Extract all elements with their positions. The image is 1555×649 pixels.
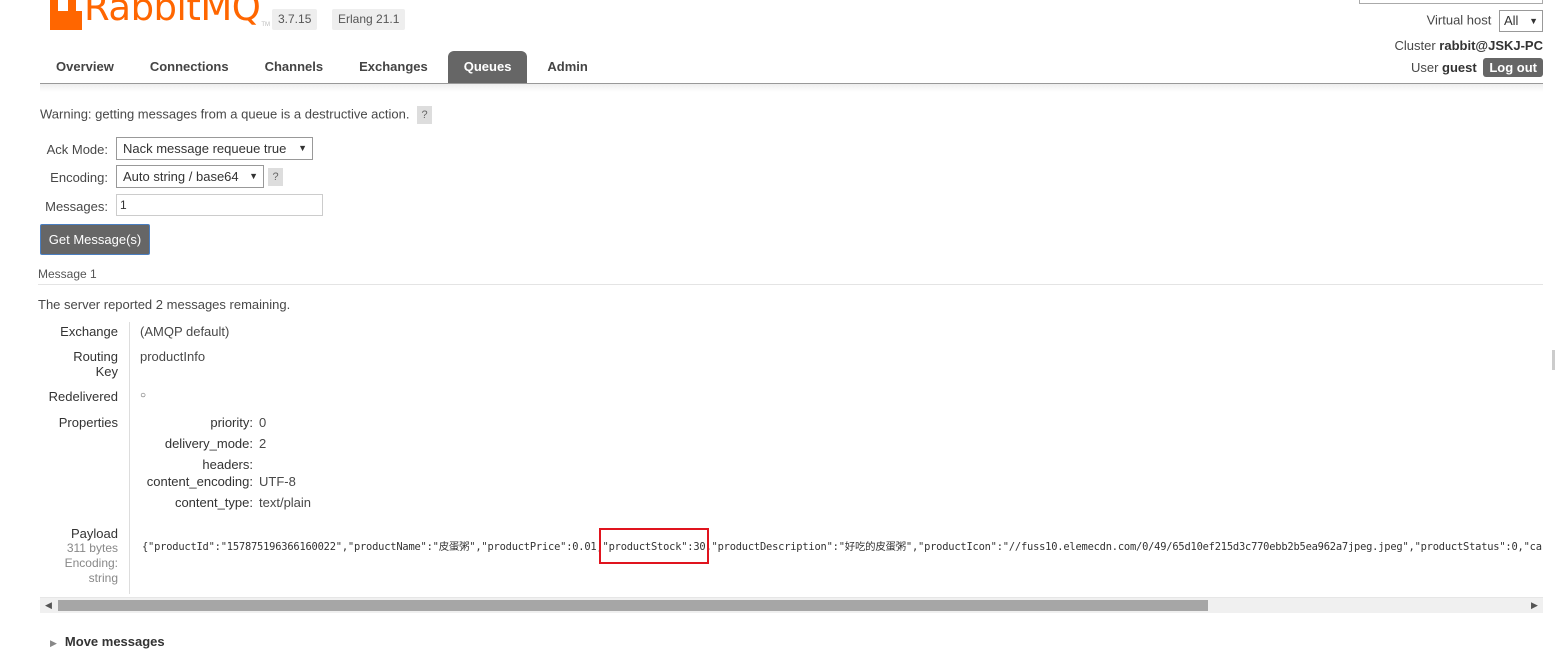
- tab-overview[interactable]: Overview: [40, 51, 130, 83]
- tab-channels[interactable]: Channels: [249, 51, 340, 83]
- property-priority-value: 0: [259, 415, 267, 430]
- redelivered-label: Redelivered: [48, 389, 118, 404]
- warning-help-button[interactable]: ?: [417, 106, 433, 124]
- payload-content: {"productId":"157875196366160022","produ…: [142, 541, 1542, 553]
- tab-queues[interactable]: Queues: [447, 51, 528, 83]
- properties-label: Properties: [58, 415, 118, 430]
- property-content-type-key: content_type:: [174, 495, 253, 510]
- logout-button[interactable]: Log out: [1483, 58, 1543, 77]
- exchange-label: Exchange: [60, 324, 118, 339]
- property-headers-key: headers:: [202, 457, 253, 472]
- virtual-host-selector: Virtual host All ▼: [1427, 10, 1543, 32]
- tab-exchanges[interactable]: Exchanges: [343, 51, 444, 83]
- product-stock-highlight: [599, 528, 709, 564]
- dropdown-arrow-icon: ▼: [1529, 16, 1538, 26]
- user-label: User: [1410, 60, 1439, 75]
- message-divider: [38, 284, 1543, 285]
- erlang-version-badge: Erlang 21.1: [332, 9, 406, 30]
- payload-horizontal-scrollbar[interactable]: ◀ ▶: [40, 597, 1543, 613]
- property-delivery-mode-value: 2: [259, 436, 267, 451]
- logo-trademark: TM: [261, 22, 271, 28]
- version-badge: 3.7.15: [272, 9, 318, 30]
- user-name: guest: [1442, 60, 1477, 75]
- user-info: User guest Log out: [1411, 58, 1543, 77]
- scroll-left-arrow-icon[interactable]: ◀: [40, 598, 57, 613]
- nav-shadow: [40, 84, 1543, 92]
- move-messages-section-toggle[interactable]: ▶ Move messages: [50, 634, 165, 649]
- virtual-host-label: Virtual host: [1426, 12, 1492, 28]
- scroll-right-arrow-icon[interactable]: ▶: [1526, 598, 1543, 613]
- routing-key-label: Routing Key: [73, 349, 118, 379]
- main-nav: Overview Connections Channels Exchanges …: [40, 51, 608, 83]
- property-content-encoding-key: content_encoding:: [146, 474, 253, 489]
- messages-label: Messages:: [45, 199, 108, 214]
- destructive-warning: Warning: getting messages from a queue i…: [40, 106, 433, 124]
- get-messages-button[interactable]: Get Message(s): [40, 224, 150, 255]
- property-content-type-value: text/plain: [259, 495, 312, 510]
- rabbitmq-logo-icon: [50, 0, 82, 32]
- warning-text: Warning: getting messages from a queue i…: [40, 106, 410, 122]
- payload-size: 311 bytes: [66, 541, 118, 555]
- encoding-select[interactable]: Auto string / base64 ▼: [116, 165, 264, 188]
- property-priority-key: priority:: [210, 415, 253, 430]
- payload-encoding-value: string: [88, 571, 118, 585]
- tab-connections[interactable]: Connections: [134, 51, 245, 83]
- cluster-info: Cluster rabbit@JSKJ-PC: [1394, 38, 1543, 53]
- header-top-edge: [1359, 0, 1543, 4]
- virtual-host-select[interactable]: All ▼: [1499, 10, 1543, 32]
- payload-encoding-label: Encoding:: [64, 556, 118, 570]
- server-reported-text: The server reported 2 messages remaining…: [38, 297, 291, 312]
- messages-count-input[interactable]: [116, 194, 323, 216]
- cluster-label: Cluster: [1394, 38, 1436, 53]
- ack-mode-select[interactable]: Nack message requeue true ▼: [116, 137, 313, 160]
- dropdown-arrow-icon: ▼: [298, 143, 307, 153]
- redelivered-value: ○: [140, 390, 147, 401]
- exchange-value: (AMQP default): [140, 324, 230, 339]
- ack-mode-label: Ack Mode:: [46, 142, 108, 157]
- payload-label: Payload: [71, 526, 118, 541]
- encoding-label: Encoding:: [50, 170, 108, 185]
- dropdown-arrow-icon: ▼: [249, 171, 258, 181]
- message-title: Message 1: [38, 267, 97, 281]
- scrollbar-thumb[interactable]: [58, 600, 1208, 611]
- property-content-encoding-value: UTF-8: [259, 474, 296, 489]
- routing-key-value: productInfo: [140, 349, 206, 364]
- cluster-name: rabbit@JSKJ-PC: [1439, 38, 1543, 53]
- tab-admin[interactable]: Admin: [531, 51, 603, 83]
- rabbitmq-logo[interactable]: RabbitMQ TM: [50, 0, 270, 32]
- expand-triangle-icon: ▶: [50, 638, 57, 648]
- property-delivery-mode-key: delivery_mode:: [164, 436, 253, 451]
- remaining-count: 2: [155, 297, 164, 312]
- encoding-help-button[interactable]: ?: [268, 168, 283, 186]
- logo-text: RabbitMQ: [84, 0, 261, 29]
